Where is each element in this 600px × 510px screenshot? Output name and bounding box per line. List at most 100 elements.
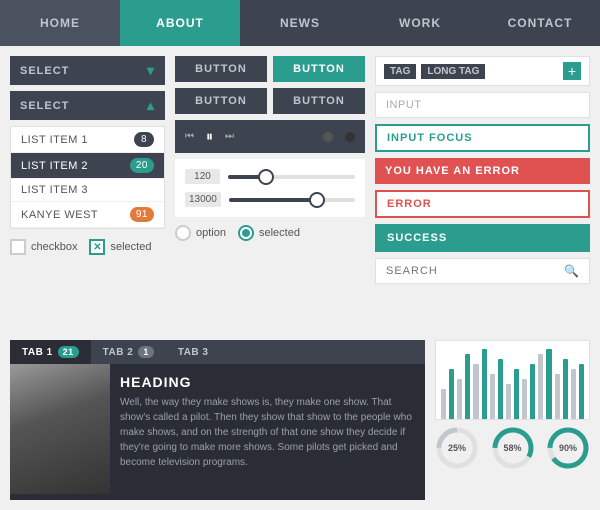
error-button[interactable]: YOU HAVE AN ERROR [375,158,590,184]
search-box: 🔍 [375,258,590,284]
bar [457,379,462,419]
tag-2[interactable]: LONG TAG [421,64,485,79]
nav-item-contact[interactable]: CONTACT [480,0,600,46]
add-tag-button[interactable]: + [563,62,581,80]
slider-area: 120 13000 [175,159,365,217]
chevron-down-icon: ▾ [147,62,155,79]
bar [449,369,454,419]
checkbox-label: checkbox [31,241,77,253]
checkbox-row: checkbox selected [10,239,165,255]
bar [546,349,551,419]
radio-option[interactable]: option [175,225,226,241]
search-icon: 🔍 [564,264,579,278]
play-pause-icon[interactable]: ⏸ [206,128,213,145]
radio-selected[interactable]: selected [238,225,300,241]
button-1[interactable]: BUTTON [175,56,267,82]
list-item-label: KANYE WEST [21,209,98,221]
tab-heading: HEADING [120,374,415,390]
tab-tab3[interactable]: TAB 3 [166,340,221,364]
checkbox-checked[interactable]: selected [89,239,151,255]
slider-1-handle[interactable] [258,169,274,185]
tabs-header: TAB 1 21 TAB 2 1 TAB 3 [10,340,425,364]
list-item[interactable]: LIST ITEM 18 [11,127,164,153]
volume-icon [323,132,333,142]
checkbox-box-checked [89,239,105,255]
bar [498,359,503,419]
nav-item-home[interactable]: HOME [0,0,120,46]
tab-label: TAB 3 [178,347,209,358]
nav-item-work[interactable]: WORK [360,0,480,46]
button-4[interactable]: BUTTON [273,88,365,114]
checkbox-unchecked[interactable]: checkbox [10,239,77,255]
checkbox-box-empty [10,239,26,255]
slider-row-1: 120 [185,169,355,184]
navigation: HOMEABOUTNEWSWORKCONTACT [0,0,600,46]
nav-item-news[interactable]: NEWS [240,0,360,46]
search-input[interactable] [386,265,564,277]
tabs-content: HEADING Well, the way they make shows is… [10,364,425,500]
button-row-2: BUTTON BUTTON [175,88,365,114]
donut-chart: 90% [546,426,590,470]
bar [473,364,478,419]
button-3[interactable]: BUTTON [175,88,267,114]
bar [579,364,584,419]
tab-label: TAB 1 [22,347,53,358]
tab-tab2[interactable]: TAB 2 1 [91,340,166,364]
skip-back-icon[interactable]: ⏮ [185,131,194,142]
list-item[interactable]: LIST ITEM 3 [11,179,164,202]
slider-2-track[interactable] [229,198,355,202]
tab-badge: 1 [138,346,154,358]
select-dropdown-1[interactable]: SELECT ▾ [10,56,165,85]
radio-label-option: option [196,227,226,239]
slider-2-handle[interactable] [309,192,325,208]
radio-circle-unselected [175,225,191,241]
donut-label: 58% [503,443,521,453]
button-2[interactable]: BUTTON [273,56,365,82]
bar [538,354,543,419]
tab-body-text: Well, the way they make shows is, they m… [120,395,415,470]
slider-2-fill [229,198,317,202]
slider-1-track[interactable] [228,175,355,179]
slider-2-value: 13000 [185,192,221,207]
slider-1-value: 120 [185,169,220,184]
bar [482,349,487,419]
input-focus[interactable]: INPUT FOCUS [375,124,590,152]
tabs-panel: TAB 1 21 TAB 2 1 TAB 3 HEADING Well, the way… [10,340,425,500]
select-label-2: SELECT [20,100,69,112]
tab-text-area: HEADING Well, the way they make shows is… [110,364,425,500]
tab-label: TAB 2 [103,347,134,358]
bar [506,384,511,419]
list-item-label: LIST ITEM 2 [21,160,88,172]
tab-tab1[interactable]: TAB 1 21 [10,340,91,364]
volume-mute-icon [345,132,355,142]
selected-label: selected [110,241,151,253]
list-badge: 20 [130,158,154,173]
list-item[interactable]: KANYE WEST 91 [11,202,164,228]
select-dropdown-2[interactable]: SELECT ▴ [10,91,165,120]
input-normal[interactable]: INPUT [375,92,590,118]
tab-badge: 21 [58,346,79,358]
button-row-1: BUTTON BUTTON [175,56,365,82]
skip-forward-icon[interactable]: ⏭ [225,131,234,142]
person-photo [10,364,110,494]
bar [530,364,535,419]
bar [522,379,527,419]
tag-row: TAG LONG TAG + [375,56,590,86]
charts-area: 25% 58% 90% [435,340,590,500]
bar [555,374,560,419]
tag-1[interactable]: TAG [384,64,416,79]
media-player: ⏮ ⏸ ⏭ [175,120,365,153]
donut-label: 25% [448,443,466,453]
input-error[interactable]: ERROR [375,190,590,218]
bar [465,354,470,419]
select-label-1: SELECT [20,65,69,77]
input-success[interactable]: SUCCESS [375,224,590,252]
nav-item-about[interactable]: ABOUT [120,0,240,46]
list-item[interactable]: LIST ITEM 2 20 [11,153,164,179]
donut-label: 90% [559,443,577,453]
bar-chart [435,340,590,420]
bar [514,369,519,419]
bar [563,359,568,419]
list-badge: 91 [130,207,154,222]
radio-row: option selected [175,225,365,241]
